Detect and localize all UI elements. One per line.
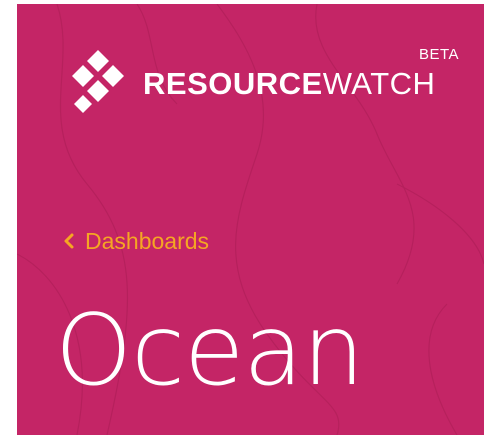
back-link-label: Dashboards [85, 228, 210, 254]
resource-watch-logo-icon [72, 50, 124, 113]
beta-badge: BETA [419, 46, 460, 63]
dashboard-header: RESOURCEWATCH BETA Dashboards Ocean [17, 4, 484, 435]
brand-wordmark: RESOURCEWATCH [143, 67, 435, 101]
resource-watch-logo[interactable]: RESOURCEWATCH BETA [65, 46, 465, 116]
page-title: Ocean [55, 294, 364, 408]
brand-name-bold: RESOURCE [143, 66, 323, 101]
brand-name-light: WATCH [322, 66, 436, 101]
page-frame: RESOURCEWATCH BETA Dashboards Ocean [0, 0, 489, 441]
chevron-left-icon [64, 233, 74, 249]
back-to-dashboards-link[interactable]: Dashboards [61, 227, 209, 255]
